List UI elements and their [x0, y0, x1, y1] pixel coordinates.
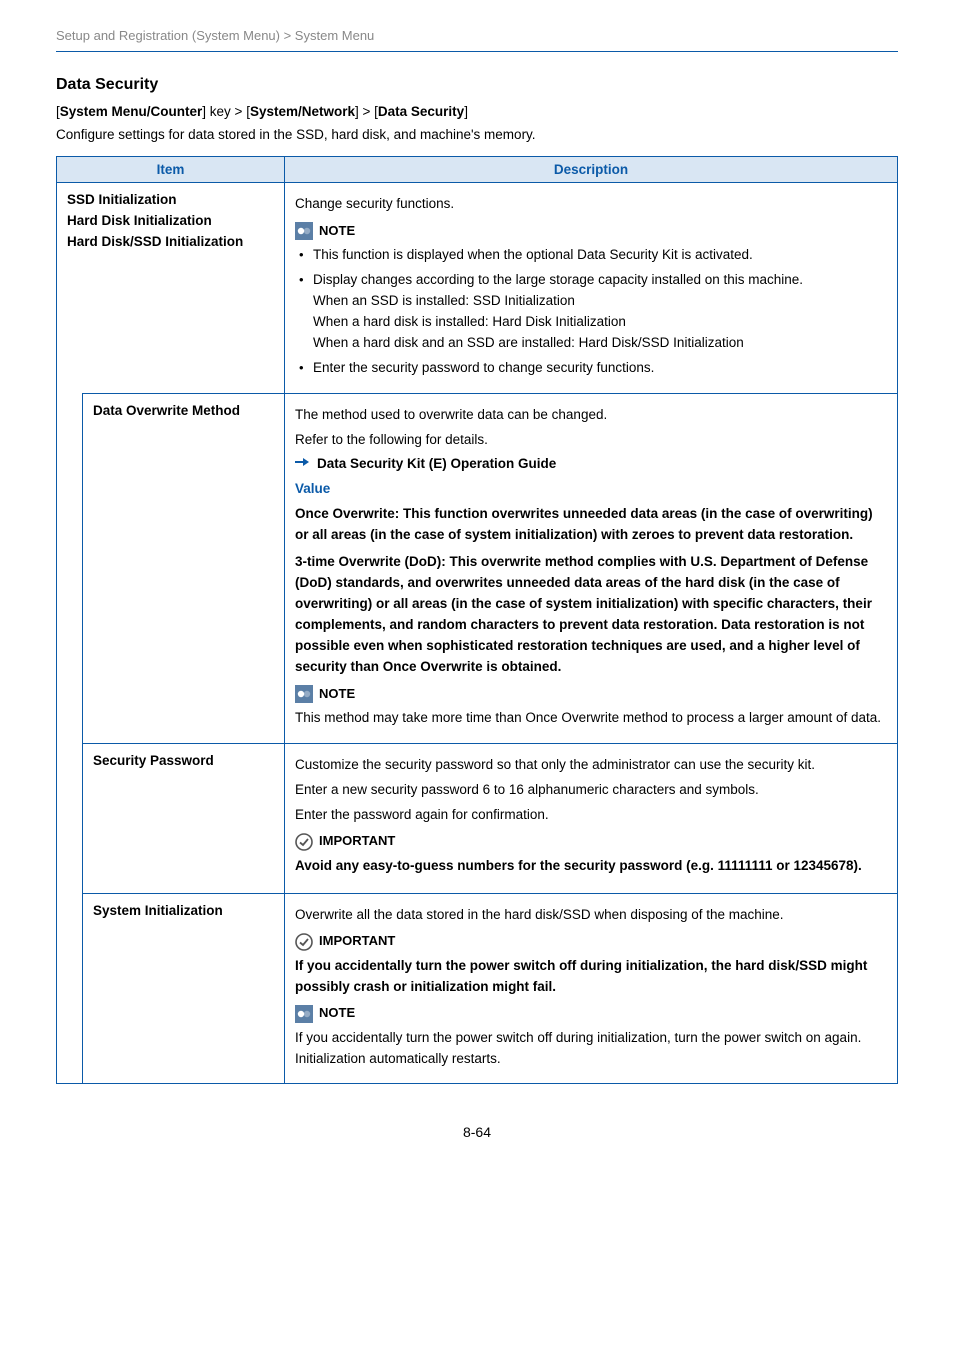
- important-label: IMPORTANT: [319, 931, 395, 951]
- important-text: If you accidentally turn the power switc…: [295, 956, 887, 998]
- table-row: Data Overwrite Method The method used to…: [57, 393, 898, 743]
- list-item: Enter the security password to change se…: [297, 358, 887, 379]
- item-name: Hard Disk/SSD Initialization: [67, 232, 274, 253]
- intro-text: Configure settings for data stored in th…: [56, 127, 898, 142]
- note-label: NOTE: [319, 221, 355, 241]
- value-text: Once Overwrite: This function overwrites…: [295, 504, 887, 546]
- settings-table: Item Description SSD Initialization Hard…: [56, 156, 898, 1084]
- reference-link: Data Security Kit (E) Operation Guide: [295, 454, 887, 475]
- description-text: Refer to the following for details.: [295, 430, 887, 451]
- important-icon: [295, 933, 313, 951]
- description-text: The method used to overwrite data can be…: [295, 405, 887, 426]
- note-text: This method may take more time than Once…: [295, 708, 887, 729]
- list-item: This function is displayed when the opti…: [297, 245, 887, 266]
- note-icon: [295, 685, 313, 703]
- note-label: NOTE: [319, 684, 355, 704]
- important-label: IMPORTANT: [319, 831, 395, 851]
- value-text: 3-time Overwrite (DoD): This overwrite m…: [295, 552, 887, 678]
- description-text: Overwrite all the data stored in the har…: [295, 905, 887, 926]
- header-description: Description: [285, 157, 898, 183]
- description-text: Customize the security password so that …: [295, 755, 887, 776]
- important-icon: [295, 833, 313, 851]
- item-name: Data Overwrite Method: [93, 401, 274, 422]
- table-row: Security Password Customize the security…: [57, 743, 898, 893]
- nav-path: [System Menu/Counter] key > [System/Netw…: [56, 104, 898, 119]
- description-text: Enter the password again for confirmatio…: [295, 805, 887, 826]
- item-name: SSD Initialization: [67, 190, 274, 211]
- description-text: Enter a new security password 6 to 16 al…: [295, 780, 887, 801]
- note-label: NOTE: [319, 1003, 355, 1023]
- item-name: Security Password: [93, 751, 274, 772]
- divider: [56, 51, 898, 52]
- important-text: Avoid any easy-to-guess numbers for the …: [295, 856, 887, 877]
- table-row: SSD Initialization Hard Disk Initializat…: [57, 183, 898, 394]
- value-label: Value: [295, 479, 887, 500]
- description-text: Change security functions.: [295, 194, 887, 215]
- note-icon: [295, 222, 313, 240]
- breadcrumb: Setup and Registration (System Menu) > S…: [56, 28, 898, 51]
- section-title: Data Security: [56, 76, 898, 94]
- item-name: Hard Disk Initialization: [67, 211, 274, 232]
- arrow-icon: [295, 454, 309, 475]
- list-item: Display changes according to the large s…: [297, 270, 887, 354]
- note-text: If you accidentally turn the power switc…: [295, 1028, 887, 1070]
- header-item: Item: [57, 157, 285, 183]
- note-icon: [295, 1005, 313, 1023]
- table-row: System Initialization Overwrite all the …: [57, 893, 898, 1084]
- page-number: 8-64: [56, 1124, 898, 1140]
- item-name: System Initialization: [93, 901, 274, 922]
